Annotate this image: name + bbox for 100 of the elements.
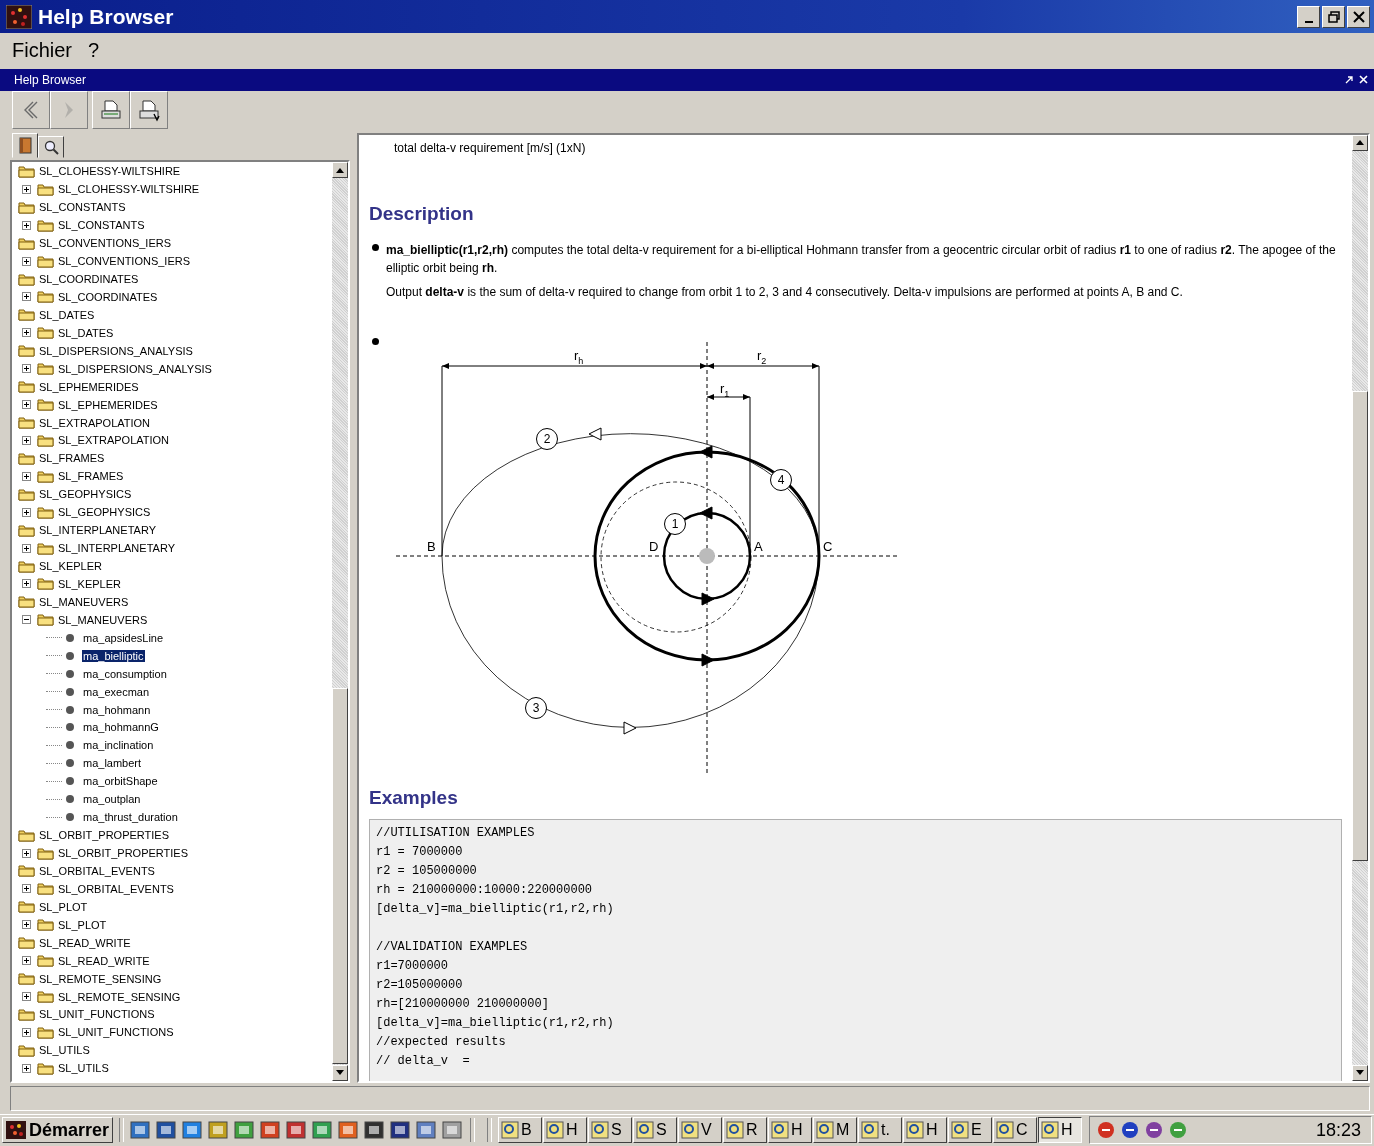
tree-item[interactable]: SL_ORBIT_PROPERTIES xyxy=(38,829,170,842)
expand-icon[interactable] xyxy=(22,1027,31,1037)
scrollbar[interactable] xyxy=(332,162,348,1081)
taskbar-button[interactable]: S xyxy=(588,1117,633,1144)
close-button[interactable] xyxy=(1347,5,1370,28)
print-button[interactable] xyxy=(92,91,130,130)
undock-icon[interactable] xyxy=(1345,75,1353,84)
app-icon[interactable] xyxy=(234,1120,257,1141)
app-icon[interactable] xyxy=(130,1120,153,1141)
taskbar-button[interactable]: M xyxy=(813,1117,858,1144)
tree-item[interactable]: SL_UNIT_FUNCTIONS xyxy=(57,1026,175,1039)
expand-icon[interactable] xyxy=(22,543,31,553)
app-icon[interactable] xyxy=(156,1120,179,1141)
scrollbar[interactable] xyxy=(1352,134,1368,1081)
tree-item[interactable]: SL_MANEUVERS xyxy=(57,613,149,626)
tree-item[interactable]: SL_FRAMES xyxy=(57,470,125,483)
collapse-icon[interactable] xyxy=(22,615,31,625)
back-button[interactable] xyxy=(12,91,50,130)
arrow-down-icon[interactable] xyxy=(336,1070,344,1075)
tree-item[interactable]: ma_execman xyxy=(82,685,151,698)
expand-icon[interactable] xyxy=(22,292,31,302)
tree-item[interactable]: SL_READ_WRITE xyxy=(57,954,151,967)
close-icon[interactable] xyxy=(1359,75,1368,85)
app-icon[interactable] xyxy=(364,1120,387,1141)
tree-item[interactable]: ma_inclination xyxy=(82,739,155,752)
tree-item[interactable]: ma_outplan xyxy=(82,793,142,806)
tree-item[interactable]: SL_MANEUVERS xyxy=(38,595,130,608)
tree-item[interactable]: SL_GEOPHYSICS xyxy=(38,488,133,501)
arrow-down-icon[interactable] xyxy=(1356,1070,1364,1075)
tray-icon[interactable] xyxy=(1120,1120,1141,1141)
taskbar-button[interactable]: S xyxy=(633,1117,678,1144)
tree-item[interactable]: SL_INTERPLANETARY xyxy=(38,524,157,537)
tree-item[interactable]: SL_ORBIT_PROPERTIES xyxy=(57,847,189,860)
tree-item[interactable]: SL_ORBITAL_EVENTS xyxy=(57,882,175,895)
taskbar-button[interactable]: H xyxy=(1038,1117,1083,1144)
tree-item[interactable]: SL_FRAMES xyxy=(38,452,106,465)
restore-button[interactable] xyxy=(1322,5,1345,28)
tree-item[interactable]: SL_DISPERSIONS_ANALYSIS xyxy=(38,344,194,357)
taskbar-button[interactable]: R xyxy=(723,1117,768,1144)
menu-item[interactable]: ? xyxy=(88,39,100,63)
tree-item[interactable]: SL_EXTRAPOLATION xyxy=(38,416,152,429)
tree-item[interactable]: ma_thrust_duration xyxy=(82,811,179,824)
expand-icon[interactable] xyxy=(22,184,31,194)
search-tab[interactable] xyxy=(38,136,64,159)
taskbar-button[interactable]: H xyxy=(903,1117,948,1144)
taskbar-button[interactable]: E xyxy=(948,1117,993,1144)
tree-item[interactable]: SL_CONVENTIONS_IERS xyxy=(38,237,173,250)
expand-icon[interactable] xyxy=(22,471,31,481)
tree-item[interactable]: ma_bielliptic xyxy=(82,649,145,662)
tree-item[interactable]: SL_PLOT xyxy=(57,918,108,931)
tree-item[interactable]: SL_REMOTE_SENSING xyxy=(57,990,182,1003)
app-icon[interactable] xyxy=(312,1120,335,1141)
arrow-up-icon[interactable] xyxy=(1356,140,1364,145)
tree-item[interactable]: SL_CONSTANTS xyxy=(38,201,127,214)
app-icon[interactable] xyxy=(390,1120,413,1141)
expand-icon[interactable] xyxy=(22,848,31,858)
taskbar-button[interactable]: V xyxy=(678,1117,723,1144)
tree-item[interactable]: SL_REMOTE_SENSING xyxy=(38,972,163,985)
expand-icon[interactable] xyxy=(22,364,31,374)
expand-icon[interactable] xyxy=(22,1063,31,1073)
expand-icon[interactable] xyxy=(22,507,31,517)
start-button[interactable]: Démarrer xyxy=(2,1117,114,1144)
tree-item[interactable]: SL_UTILS xyxy=(38,1044,91,1057)
expand-icon[interactable] xyxy=(22,256,31,266)
taskbar-button[interactable]: B xyxy=(498,1117,543,1144)
tree-item[interactable]: SL_CLOHESSY-WILTSHIRE xyxy=(38,165,182,178)
taskbar-button[interactable]: t. xyxy=(858,1117,903,1144)
tree-item[interactable]: SL_COORDINATES xyxy=(57,290,159,303)
tree-item[interactable]: SL_DATES xyxy=(38,308,96,321)
expand-icon[interactable] xyxy=(22,884,31,894)
tree-item[interactable]: ma_lambert xyxy=(82,757,143,770)
tree-item[interactable]: SL_UTILS xyxy=(57,1062,110,1075)
taskbar-button[interactable]: H xyxy=(768,1117,813,1144)
menu-item[interactable]: Fichier xyxy=(12,39,72,63)
expand-icon[interactable] xyxy=(22,220,31,230)
expand-icon[interactable] xyxy=(22,579,31,589)
contents-tab[interactable] xyxy=(12,133,38,159)
tree-item[interactable]: ma_orbitShape xyxy=(82,775,159,788)
expand-icon[interactable] xyxy=(22,920,31,930)
tree-item[interactable]: SL_PLOT xyxy=(38,900,89,913)
tray-icon[interactable] xyxy=(1144,1120,1165,1141)
app-icon[interactable] xyxy=(286,1120,309,1141)
taskbar-button[interactable]: C xyxy=(993,1117,1038,1144)
tree-item[interactable]: SL_INTERPLANETARY xyxy=(57,542,176,555)
tree-item[interactable]: SL_DISPERSIONS_ANALYSIS xyxy=(57,362,213,375)
expand-icon[interactable] xyxy=(22,992,31,1002)
tree-item[interactable]: SL_EXTRAPOLATION xyxy=(57,434,171,447)
tree-item[interactable]: SL_COORDINATES xyxy=(38,273,140,286)
tree-item[interactable]: ma_apsidesLine xyxy=(82,631,165,644)
tree-item[interactable]: SL_UNIT_FUNCTIONS xyxy=(38,1008,156,1021)
print-preview-button[interactable] xyxy=(130,91,168,130)
app-icon[interactable] xyxy=(416,1120,439,1141)
expand-icon[interactable] xyxy=(22,400,31,410)
taskbar-button[interactable]: H xyxy=(543,1117,588,1144)
tree-item[interactable]: SL_DATES xyxy=(57,326,115,339)
tree-item[interactable]: SL_EPHEMERIDES xyxy=(57,398,159,411)
tree-item[interactable]: SL_CONVENTIONS_IERS xyxy=(57,255,192,268)
tree-item[interactable]: SL_ORBITAL_EVENTS xyxy=(38,864,156,877)
arrow-up-icon[interactable] xyxy=(336,167,344,173)
tree-item[interactable]: SL_KEPLER xyxy=(57,577,122,590)
